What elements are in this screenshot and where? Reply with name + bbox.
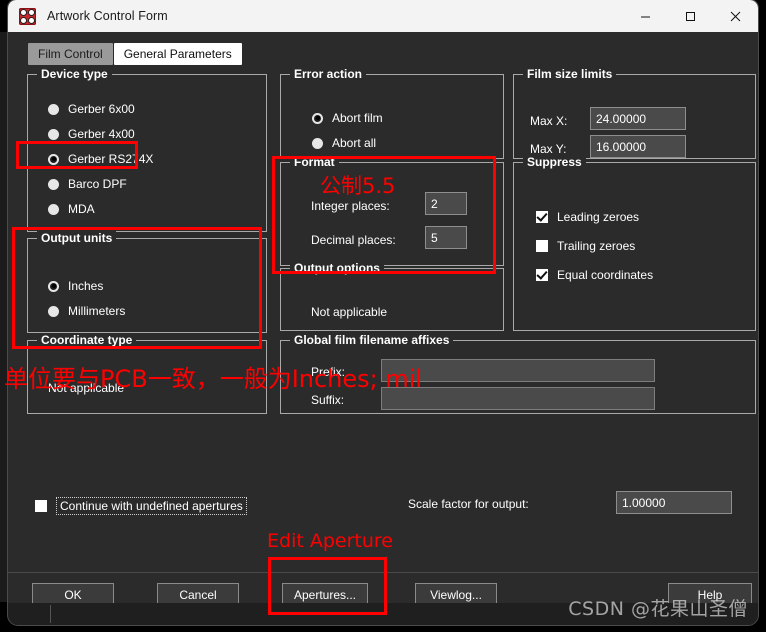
- window-title: Artwork Control Form: [47, 9, 168, 23]
- group-format-legend: Format: [290, 155, 339, 169]
- radio-barco-dpf[interactable]: Barco DPF: [48, 177, 127, 191]
- radio-gerber-rs274x[interactable]: Gerber RS274X: [48, 152, 153, 166]
- integer-places-input[interactable]: 2: [425, 192, 467, 215]
- scale-factor-label: Scale factor for output:: [408, 497, 529, 511]
- window-controls: [623, 0, 758, 32]
- radio-label: Abort all: [332, 136, 377, 150]
- integer-places-label: Integer places:: [311, 199, 390, 213]
- radio-indicator: [48, 103, 59, 115]
- radio-indicator: [48, 178, 59, 190]
- title-bar: Artwork Control Form: [8, 0, 758, 32]
- checkbox-indicator-checked: [536, 211, 548, 223]
- checkbox-trailing-zeroes[interactable]: Trailing zeroes: [536, 239, 635, 253]
- group-error-action-legend: Error action: [290, 67, 367, 81]
- radio-mda[interactable]: MDA: [48, 202, 95, 216]
- max-y-label: Max Y:: [530, 142, 567, 156]
- general-parameters-panel: Device type Gerber 6x00 Gerber 4x00 Gerb…: [8, 66, 758, 572]
- checkbox-indicator: [536, 240, 548, 252]
- checkbox-label: Trailing zeroes: [557, 239, 636, 253]
- radio-label: Inches: [68, 279, 104, 293]
- group-coordinate-type-legend: Coordinate type: [37, 333, 137, 347]
- group-output-options: Output options Not applicable: [280, 261, 504, 331]
- radio-millimeters[interactable]: Millimeters: [48, 304, 125, 318]
- radio-indicator: [48, 128, 59, 140]
- group-output-units-legend: Output units: [37, 231, 117, 245]
- prefix-input[interactable]: [381, 359, 655, 382]
- suffix-input[interactable]: [381, 387, 655, 410]
- group-suppress: Suppress Leading zeroes Trailing zeroes …: [513, 155, 756, 331]
- checkbox-label: Equal coordinates: [557, 268, 654, 282]
- artwork-app-icon: [19, 7, 36, 25]
- radio-indicator-selected: [48, 153, 59, 165]
- output-options-value: Not applicable: [311, 305, 388, 319]
- suffix-label: Suffix:: [311, 393, 345, 407]
- radio-indicator-selected: [312, 112, 323, 124]
- checkbox-equal-coordinates[interactable]: Equal coordinates: [536, 268, 653, 282]
- radio-label: Abort film: [332, 111, 383, 125]
- radio-inches[interactable]: Inches: [48, 279, 103, 293]
- radio-label: Gerber 4x00: [68, 127, 135, 141]
- radio-abort-film[interactable]: Abort film: [312, 111, 383, 125]
- decimal-places-input[interactable]: 5: [425, 226, 467, 249]
- csdn-watermark: CSDN @花果山圣僧: [568, 598, 748, 620]
- scale-factor-input[interactable]: 1.00000: [616, 491, 732, 514]
- radio-indicator-selected: [48, 280, 59, 292]
- group-global-affixes-legend: Global film filename affixes: [290, 333, 454, 347]
- group-device-type: Device type Gerber 6x00 Gerber 4x00 Gerb…: [27, 67, 267, 232]
- checkbox-label: Continue with undefined apertures: [56, 497, 247, 515]
- tab-general-parameters[interactable]: General Parameters: [113, 43, 242, 65]
- radio-label: Barco DPF: [68, 177, 127, 191]
- annotation-aperture-note: Edit Aperture: [267, 530, 393, 552]
- annotation-units-note: 单位要与PCB一致，一般为Inches; mil: [4, 365, 423, 393]
- group-error-action: Error action Abort film Abort all: [280, 67, 504, 159]
- radio-label: Gerber RS274X: [68, 152, 154, 166]
- radio-indicator: [48, 305, 59, 317]
- radio-abort-all[interactable]: Abort all: [312, 136, 376, 150]
- checkbox-continue-undefined-apertures[interactable]: Continue with undefined apertures: [35, 497, 247, 515]
- checkbox-indicator: [35, 500, 47, 512]
- tab-strip: Film Control General Parameters: [28, 43, 242, 65]
- decimal-places-label: Decimal places:: [311, 233, 396, 247]
- close-icon[interactable]: [713, 0, 758, 32]
- annotation-format-note: 公制5.5: [320, 174, 396, 198]
- group-suppress-legend: Suppress: [523, 155, 586, 169]
- checkbox-indicator-checked: [536, 269, 548, 281]
- radio-gerber-6x00[interactable]: Gerber 6x00: [48, 102, 135, 116]
- max-x-input[interactable]: 24.00000: [590, 107, 686, 130]
- group-film-size-limits: Film size limits Max X: 24.00000 Max Y: …: [513, 67, 756, 159]
- tab-film-control[interactable]: Film Control: [28, 43, 113, 65]
- window-left-edge: [0, 32, 8, 602]
- radio-gerber-4x00[interactable]: Gerber 4x00: [48, 127, 135, 141]
- checkbox-label: Leading zeroes: [557, 210, 640, 224]
- radio-indicator: [312, 137, 323, 149]
- radio-label: Gerber 6x00: [68, 102, 135, 116]
- minimize-icon[interactable]: [623, 0, 668, 32]
- maximize-icon[interactable]: [668, 0, 713, 32]
- radio-label: Millimeters: [68, 304, 126, 318]
- radio-indicator: [48, 203, 59, 215]
- group-device-type-legend: Device type: [37, 67, 112, 81]
- group-output-options-legend: Output options: [290, 261, 384, 275]
- group-output-units: Output units Inches Millimeters: [27, 231, 267, 333]
- checkbox-leading-zeroes[interactable]: Leading zeroes: [536, 210, 639, 224]
- max-x-label: Max X:: [530, 114, 568, 128]
- radio-label: MDA: [68, 202, 95, 216]
- group-film-size-limits-legend: Film size limits: [523, 67, 617, 81]
- max-y-input[interactable]: 16.00000: [590, 135, 686, 158]
